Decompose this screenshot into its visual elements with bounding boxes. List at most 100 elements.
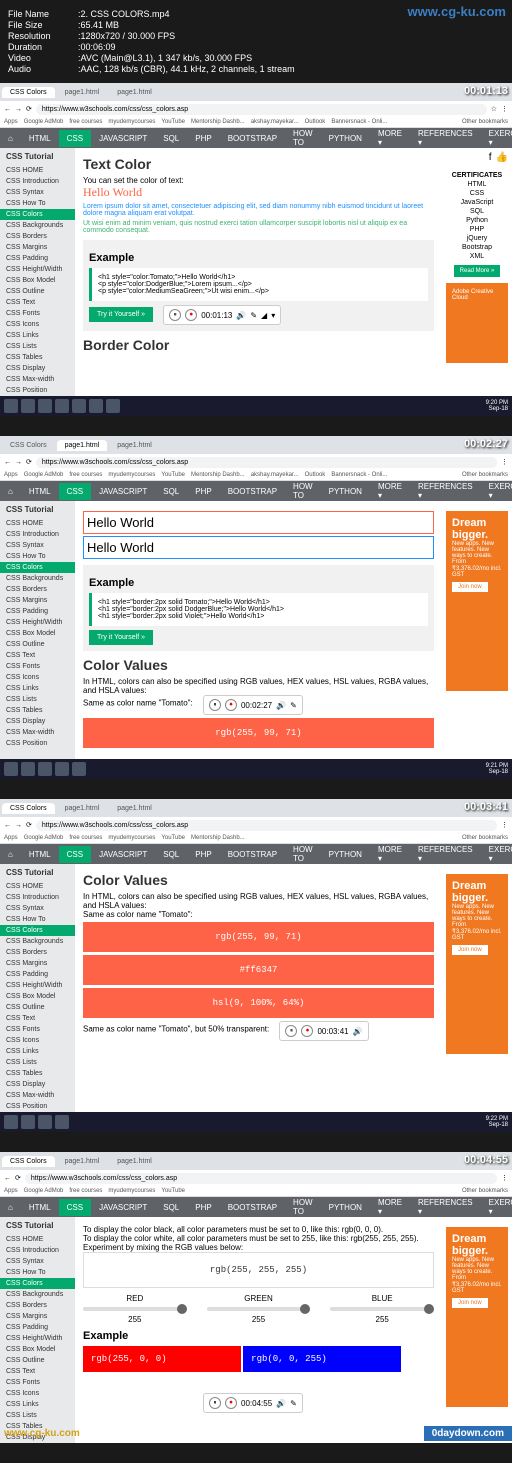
sidebar-item-active[interactable]: CSS Colors (0, 562, 75, 573)
sidebar-item[interactable]: CSS Icons (0, 672, 75, 683)
sidebar-item[interactable]: CSS Max-width (0, 374, 75, 385)
sidebar-item[interactable]: CSS Max-width (0, 1090, 75, 1101)
sidebar-item[interactable]: CSS Outline (0, 1002, 75, 1013)
ad-button[interactable]: Join now (452, 582, 488, 592)
pause-icon[interactable]: ⏸ (285, 1025, 297, 1037)
bookmark[interactable]: myudemycourses (108, 119, 155, 125)
sidebar-item[interactable]: CSS Padding (0, 1322, 75, 1333)
nav-home[interactable]: ⌂ (0, 1199, 21, 1216)
sidebar-item[interactable]: CSS Tables (0, 1068, 75, 1079)
sidebar-item[interactable]: CSS Icons (0, 1035, 75, 1046)
bookmark[interactable]: myudemycourses (108, 1188, 155, 1194)
sidebar-item[interactable]: CSS Margins (0, 1311, 75, 1322)
bookmark[interactable]: free courses (69, 119, 102, 125)
pause-icon[interactable]: ⏸ (209, 1397, 221, 1409)
pen-icon[interactable]: ✎ (290, 1399, 297, 1408)
sidebar-item[interactable]: CSS Borders (0, 231, 75, 242)
nav-html[interactable]: HTML (21, 846, 59, 863)
sidebar-item[interactable]: CSS Introduction (0, 529, 75, 540)
back-icon[interactable]: ← (4, 459, 11, 466)
sidebar-item[interactable]: CSS HOME (0, 518, 75, 529)
volume-icon[interactable]: 🔊 (353, 1027, 363, 1036)
sidebar-item[interactable]: CSS Position (0, 738, 75, 749)
bookmark[interactable]: Mentorship Dashb... (191, 119, 245, 125)
tab[interactable]: page1.html (57, 803, 108, 814)
nav-css[interactable]: CSS (59, 130, 91, 147)
sidebar-item[interactable]: CSS Syntax (0, 540, 75, 551)
task-icon[interactable] (38, 1115, 52, 1129)
pause-icon[interactable]: ⏸ (209, 699, 221, 711)
like-icon[interactable]: 👍 (496, 152, 508, 163)
sidebar-item-active[interactable]: CSS Colors (0, 1278, 75, 1289)
pen-icon[interactable]: ✎ (250, 311, 257, 320)
sidebar-item[interactable]: CSS How To (0, 551, 75, 562)
apps-icon[interactable]: Apps (4, 835, 18, 841)
eraser-icon[interactable]: ◢ (261, 311, 267, 320)
sidebar-item[interactable]: CSS Fonts (0, 308, 75, 319)
reload-icon[interactable]: ⟳ (15, 1174, 21, 1182)
ad-box[interactable]: Dream bigger. New apps. New features. Ne… (446, 1227, 508, 1407)
ad-box[interactable]: Dream bigger. New apps. New features. Ne… (446, 874, 508, 1054)
nav-css[interactable]: CSS (59, 483, 91, 500)
sidebar-item-active[interactable]: CSS Colors (0, 925, 75, 936)
bookmark[interactable]: Google AdMob (24, 472, 64, 478)
tab[interactable]: page1.html (109, 803, 160, 814)
tab[interactable]: page1.html (109, 440, 160, 451)
sidebar-item[interactable]: CSS Margins (0, 595, 75, 606)
apps-icon[interactable]: Apps (4, 119, 18, 125)
sidebar-item[interactable]: CSS Text (0, 1366, 75, 1377)
volume-icon[interactable]: 🔊 (276, 1399, 286, 1408)
bookmark[interactable]: free courses (69, 1188, 102, 1194)
nav-home[interactable]: ⌂ (0, 846, 21, 863)
sidebar-item[interactable]: CSS Height/Width (0, 980, 75, 991)
bookmark[interactable]: YouTube (161, 119, 185, 125)
bookmark[interactable]: Google AdMob (24, 835, 64, 841)
forward-icon[interactable]: → (15, 459, 22, 466)
back-icon[interactable]: ← (4, 1175, 11, 1182)
sidebar-item[interactable]: CSS Borders (0, 947, 75, 958)
menu-icon[interactable]: ⋮ (501, 105, 508, 113)
sidebar-item[interactable]: CSS How To (0, 914, 75, 925)
sidebar-item[interactable]: CSS Links (0, 683, 75, 694)
record-icon[interactable]: ⏺ (301, 1025, 313, 1037)
bookmark[interactable]: Mentorship Dashb... (191, 472, 245, 478)
cert-item[interactable]: PHP (446, 225, 508, 234)
nav-python[interactable]: PYTHON (321, 846, 370, 863)
sidebar-item[interactable]: CSS Borders (0, 584, 75, 595)
tab[interactable]: CSS Colors (2, 440, 55, 451)
back-icon[interactable]: ← (4, 106, 11, 113)
tab-active[interactable]: page1.html (57, 440, 108, 451)
try-button[interactable]: Try it Yourself » (89, 307, 153, 322)
ad-button[interactable]: Join now (452, 945, 488, 955)
reload-icon[interactable]: ⟳ (26, 821, 32, 829)
sidebar-item[interactable]: CSS Height/Width (0, 264, 75, 275)
volume-icon[interactable]: 🔊 (276, 701, 286, 710)
sidebar-item[interactable]: CSS Icons (0, 1388, 75, 1399)
sidebar-item[interactable]: CSS Outline (0, 1355, 75, 1366)
sidebar-item[interactable]: CSS Fonts (0, 1024, 75, 1035)
url-input[interactable]: https://www.w3schools.com/css/css_colors… (36, 457, 497, 468)
task-icon[interactable] (55, 762, 69, 776)
cert-item[interactable]: Python (446, 216, 508, 225)
url-input[interactable]: https://www.w3schools.com/css/css_colors… (25, 1173, 497, 1184)
nav-sql[interactable]: SQL (155, 1199, 187, 1216)
sidebar-item[interactable]: CSS Backgrounds (0, 573, 75, 584)
try-button[interactable]: Try it Yourself » (89, 630, 153, 645)
readmore-button[interactable]: Read More » (454, 265, 501, 277)
bookmark[interactable]: YouTube (161, 835, 185, 841)
bookmark[interactable]: myudemycourses (108, 835, 155, 841)
nav-php[interactable]: PHP (187, 1199, 219, 1216)
bookmark[interactable]: YouTube (161, 1188, 185, 1194)
ad-button[interactable]: Join now (452, 1298, 488, 1308)
slider-blue[interactable] (330, 1307, 434, 1311)
record-icon[interactable]: ⏺ (185, 309, 197, 321)
ad-box[interactable]: Dream bigger. New apps. New features. Ne… (446, 511, 508, 691)
cert-item[interactable]: CSS (446, 189, 508, 198)
nav-bootstrap[interactable]: BOOTSTRAP (220, 130, 285, 147)
sidebar-item[interactable]: CSS Backgrounds (0, 936, 75, 947)
url-input[interactable]: https://www.w3schools.com/css/css_colors… (36, 104, 487, 115)
nav-css[interactable]: CSS (59, 846, 91, 863)
nav-css[interactable]: CSS (59, 1199, 91, 1216)
sidebar-item[interactable]: CSS Backgrounds (0, 1289, 75, 1300)
taskbar-clock[interactable]: 9:20 PMSep-18 (486, 400, 508, 412)
